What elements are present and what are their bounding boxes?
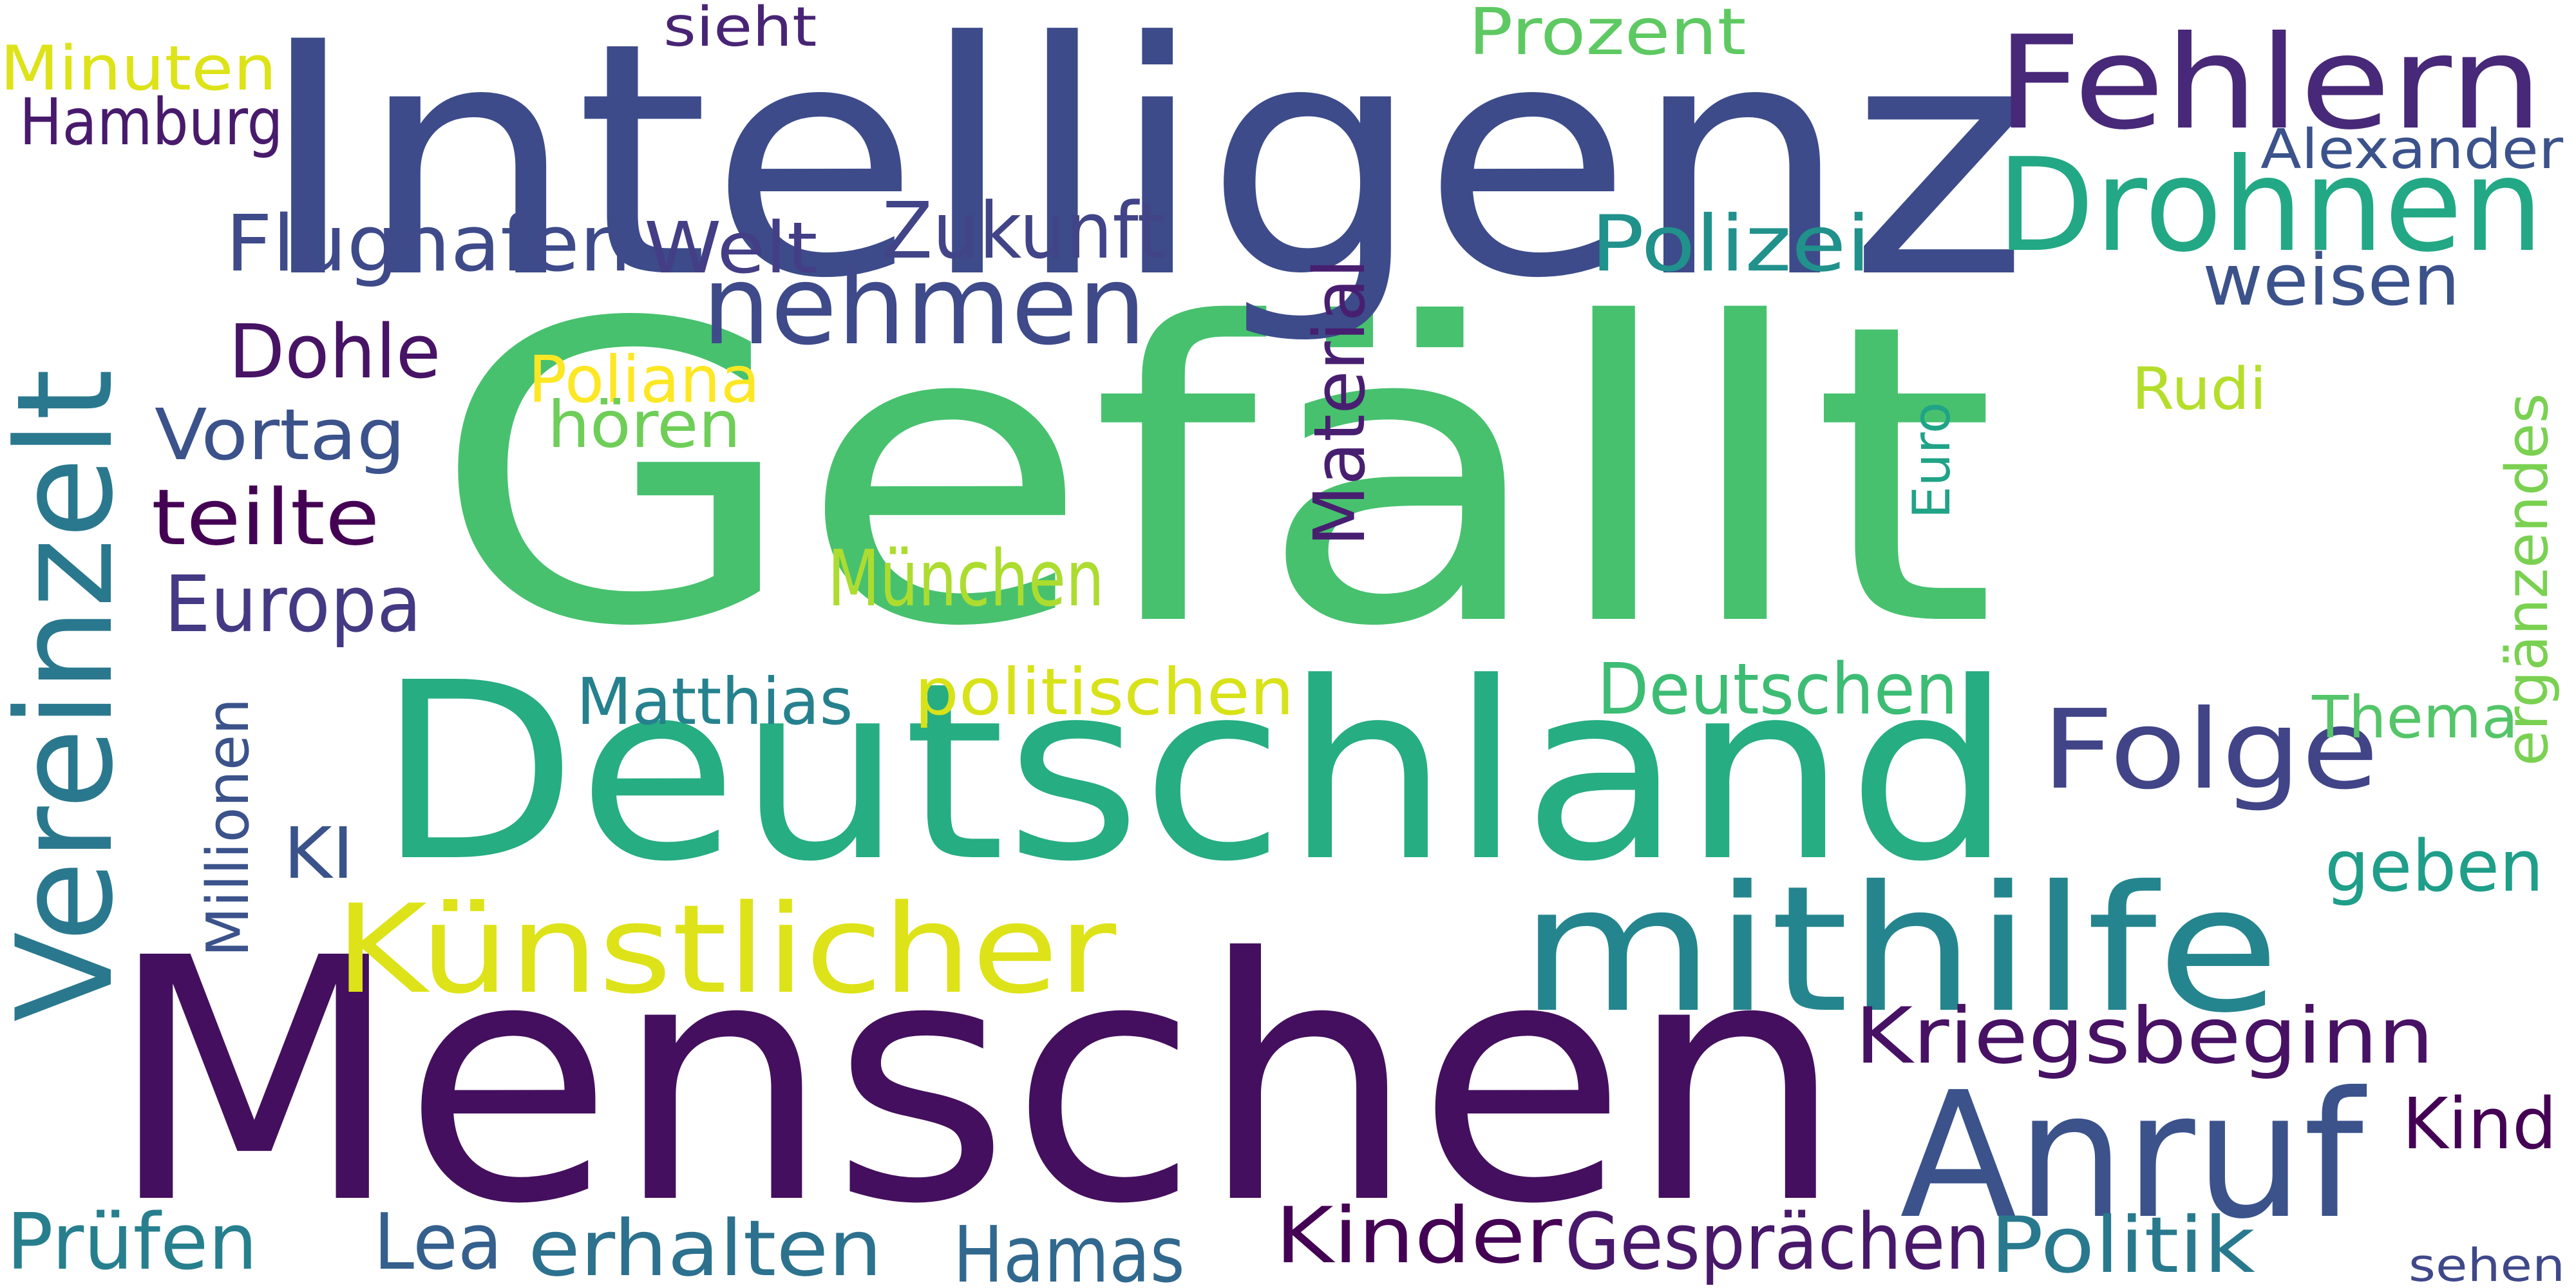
word-deutschen: Deutschen (1597, 648, 1958, 730)
word-europa: Europa (164, 560, 422, 650)
word-hamburg: Hamburg (19, 84, 283, 160)
word-sehen: sehen (2409, 1239, 2566, 1288)
word-vortag: Vortag (155, 393, 406, 476)
word-polizei: Polizei (1591, 200, 1871, 289)
word-politik: Politik (1990, 1201, 2255, 1288)
word-kinder: Kinder (1275, 1191, 1562, 1281)
word-vereinzelt: Vereinzelt (0, 368, 142, 1022)
word-erhalten: erhalten (528, 1204, 882, 1288)
word-geben: geben (2325, 825, 2544, 907)
word-muenchen: München (828, 535, 1104, 624)
word-flughafen: Flughafen (225, 200, 632, 289)
word-weisen: weisen (2202, 239, 2460, 321)
word-matthias: Matthias (576, 664, 853, 739)
word-prozent: Prozent (1468, 0, 1747, 70)
word-hoeren: hören (547, 387, 741, 462)
word-kriegsbeginn: Kriegsbeginn (1855, 992, 2434, 1081)
word-welt: Welt (644, 207, 818, 289)
word-teilte: teilte (151, 473, 380, 563)
word-sieht: sieht (663, 0, 817, 59)
word-hamas: Hamas (953, 1211, 1185, 1288)
word-zukunft: Zukunft (882, 187, 1166, 276)
word-lea: Lea (374, 1198, 503, 1287)
word-alexander: Alexander (2260, 118, 2564, 182)
word-dohle: Dohle (229, 309, 441, 395)
word-euro: Euro (1902, 402, 1962, 519)
word-millionen: Millionen (194, 697, 262, 957)
word-kuenstlicher: Künstlicher (335, 878, 1117, 1021)
word-politischen: politischen (914, 654, 1294, 730)
word-material: Material (1298, 258, 1381, 547)
word-gespraechen: Gesprächen (1565, 1198, 1991, 1287)
word-kind: Kind (2402, 1083, 2557, 1165)
word-rudi: Rudi (2132, 355, 2267, 423)
word-pruefen: Prüfen (6, 1198, 258, 1287)
word-cloud: Gefällt Menschen Intelligenz Deutschland… (0, 0, 2576, 1288)
word-thema: Thema (2312, 684, 2519, 752)
word-ki: KI (283, 812, 354, 895)
